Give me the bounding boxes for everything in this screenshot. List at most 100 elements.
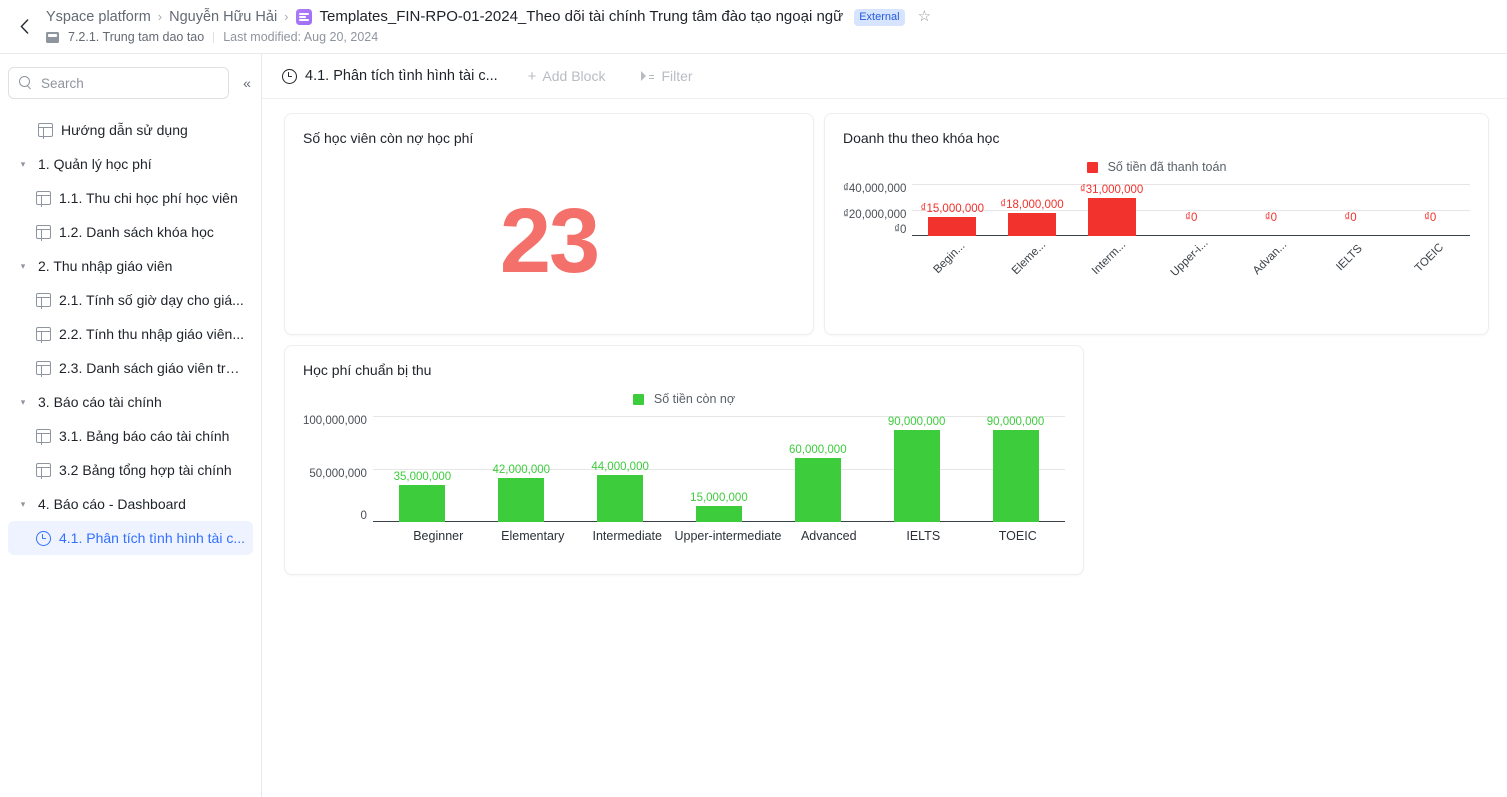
x-tick: Eleme... (989, 238, 1069, 296)
bar-item[interactable]: 15,000,000 (670, 416, 769, 522)
bar-rect (498, 477, 545, 522)
bar-value-label: ₫0 (1423, 212, 1437, 224)
folder-icon (46, 31, 59, 43)
sheet-icon (36, 293, 51, 310)
body: « Hướng dẫn sử dụng ▾ 1. Quản lý học phí… (0, 54, 1507, 797)
sidebar-item-label: Hướng dẫn sử dụng (61, 122, 188, 138)
card-title: Học phí chuẩn bị thu (303, 362, 432, 378)
y-tick-label: ₫40,000,000 (843, 183, 907, 195)
bar-rect (695, 506, 742, 522)
plot-area-debt: 35,000,000 42,000,000 44,000,000 15,000,… (372, 416, 1065, 522)
filter-icon (641, 70, 655, 82)
sidebar-item-bao-cao-dashboard[interactable]: ▾ 4. Báo cáo - Dashboard (8, 487, 253, 521)
legend-label: Số tiền đã thanh toán (1107, 160, 1227, 174)
y-tick-label: ₫0 (894, 223, 907, 236)
sidebar-item-danh-sach-giao-vien-tro[interactable]: 2.3. Danh sách giáo viên trợ... (8, 351, 253, 385)
sidebar-item-thu-nhap-giao-vien[interactable]: ▾ 2. Thu nhập giáo viên (8, 249, 253, 283)
bar-item[interactable]: 42,000,000 (472, 416, 571, 522)
sidebar-item-danh-sach-khoa-hoc[interactable]: 1.2. Danh sách khóa học (8, 215, 253, 249)
legend-swatch (1086, 161, 1098, 173)
breadcrumb-item-user[interactable]: Nguyễn Hữu Hải (169, 8, 277, 26)
bar-item[interactable]: ₫15,000,000 (912, 184, 992, 236)
sidebar-item-huong-dan-su-dung[interactable]: Hướng dẫn sử dụng (8, 113, 253, 147)
bar-item[interactable]: ₫0 (1390, 184, 1470, 236)
x-tick-label: Begin... (931, 239, 968, 277)
sheet-icon (36, 225, 51, 242)
caret-spacer (16, 123, 30, 137)
chevron-down-icon[interactable]: ▾ (16, 395, 30, 409)
add-block-label: Add Block (542, 68, 606, 84)
bar-value-label: ₫0 (1185, 212, 1198, 224)
sidebar-item-label: 2. Thu nhập giáo viên (38, 258, 173, 274)
filter-button[interactable]: Filter (635, 64, 698, 88)
folder-name[interactable]: 7.2.1. Trung tam dao tao (68, 29, 204, 45)
breadcrumb-separator: › (284, 9, 289, 24)
bar-item[interactable]: 60,000,000 (768, 416, 867, 522)
sidebar-item-label: 2.1. Tính số giờ dạy cho giá... (59, 292, 244, 308)
bar-item[interactable]: 35,000,000 (373, 416, 472, 522)
star-icon[interactable]: ☆ (918, 8, 931, 26)
bar-item[interactable]: ₫18,000,000 (992, 184, 1072, 236)
x-tick-label: Advanced (800, 529, 857, 543)
chart-legend-revenue: Số tiền đã thanh toán (843, 160, 1470, 174)
meta-divider (213, 31, 215, 43)
x-tick-label: Elementary (501, 529, 565, 543)
x-tick: Advan... (1230, 238, 1310, 296)
top-bar: Yspace platform › Nguyễn Hữu Hải › Templ… (0, 0, 1507, 54)
collapse-sidebar-button[interactable]: « (235, 71, 259, 95)
back-button[interactable] (10, 13, 38, 41)
sidebar-item-tinh-thu-nhap-giao-vien[interactable]: 2.2. Tính thu nhập giáo viên... (8, 317, 253, 351)
x-tick-label: Upper-i... (1168, 237, 1211, 279)
bar-item[interactable]: ₫0 (1311, 184, 1391, 236)
search-input[interactable] (41, 75, 218, 91)
bar-item[interactable]: ₫0 (1151, 184, 1231, 236)
add-block-button[interactable]: + Add Block (522, 64, 612, 88)
breadcrumb-item-workspace[interactable]: Yspace platform (46, 8, 151, 26)
card-tuition-receivable[interactable]: Học phí chuẩn bị thu Số tiền còn nợ 100,… (284, 345, 1084, 575)
search-box[interactable] (8, 67, 229, 99)
bar-rect (893, 430, 940, 522)
bar-item[interactable]: ₫0 (1231, 184, 1311, 236)
bar-item[interactable]: ₫31,000,000 (1072, 184, 1152, 236)
x-tick-label: IELTS (1334, 242, 1366, 274)
bar-item[interactable]: 90,000,000 (966, 416, 1065, 522)
plot-area-revenue: ₫15,000,000 ₫18,000,000 ₫31,000,000 ₫0 ₫… (912, 184, 1470, 236)
bar-rect (399, 485, 446, 522)
document-title[interactable]: Templates_FIN-RPO-01-2024_Theo dõi tài c… (320, 8, 844, 26)
sidebar-item-thu-chi-hoc-phi[interactable]: 1.1. Thu chi học phí học viên (8, 181, 253, 215)
sidebar-item-phan-tich-tinh-hinh-tai-chinh[interactable]: 4.1. Phân tích tình hình tài c... (8, 521, 253, 555)
sidebar-item-bang-bao-cao-tai-chinh[interactable]: 3.1. Bảng báo cáo tài chính (8, 419, 253, 453)
bar-item[interactable]: 90,000,000 (867, 416, 966, 522)
card-revenue-by-course[interactable]: Doanh thu theo khóa học Số tiền đã thanh… (824, 113, 1489, 335)
sidebar-search-row: « (0, 67, 261, 99)
plus-icon: + (527, 67, 537, 85)
card-students-owing[interactable]: Số học viên còn nợ học phí 23 (284, 113, 814, 335)
x-tick-label: Interm... (1090, 238, 1129, 278)
bar-group-revenue: ₫15,000,000 ₫18,000,000 ₫31,000,000 ₫0 ₫… (912, 184, 1470, 236)
bar-value-label: 35,000,000 (393, 471, 452, 483)
card-title: Doanh thu theo khóa học (843, 130, 1000, 146)
bar-value-label: ₫31,000,000 (1079, 184, 1144, 196)
app-root: Yspace platform › Nguyễn Hữu Hải › Templ… (0, 0, 1507, 797)
sidebar: « Hướng dẫn sử dụng ▾ 1. Quản lý học phí… (0, 54, 262, 797)
filter-label: Filter (661, 68, 693, 84)
sidebar-item-bang-tong-hop-tai-chinh[interactable]: 3.2 Bảng tổng hợp tài chính (8, 453, 253, 487)
bar-rect (794, 458, 841, 522)
chevron-down-icon[interactable]: ▾ (16, 497, 30, 511)
bar-item[interactable]: 44,000,000 (571, 416, 670, 522)
sidebar-nav: Hướng dẫn sử dụng ▾ 1. Quản lý học phí 1… (0, 113, 261, 555)
chevron-down-icon[interactable]: ▾ (16, 157, 30, 171)
sheet-icon (36, 463, 51, 480)
main-toolbar: 4.1. Phân tích tình hình tài c... + Add … (262, 54, 1507, 99)
x-tick-label: Beginner (413, 529, 464, 543)
breadcrumb-separator: › (157, 9, 163, 24)
bar-value-label: 42,000,000 (492, 463, 551, 476)
sidebar-item-tinh-so-gio-day[interactable]: 2.1. Tính số giờ dạy cho giá... (8, 283, 253, 317)
clock-icon (36, 530, 51, 546)
bar-value-label: 90,000,000 (887, 416, 946, 428)
chevron-down-icon[interactable]: ▾ (16, 259, 30, 273)
sidebar-item-label: 2.3. Danh sách giáo viên trợ... (59, 360, 245, 376)
sidebar-item-quan-ly-hoc-phi[interactable]: ▾ 1. Quản lý học phí (8, 147, 253, 181)
bar-value-label: ₫15,000,000 (920, 202, 985, 215)
sidebar-item-bao-cao-tai-chinh[interactable]: ▾ 3. Báo cáo tài chính (8, 385, 253, 419)
